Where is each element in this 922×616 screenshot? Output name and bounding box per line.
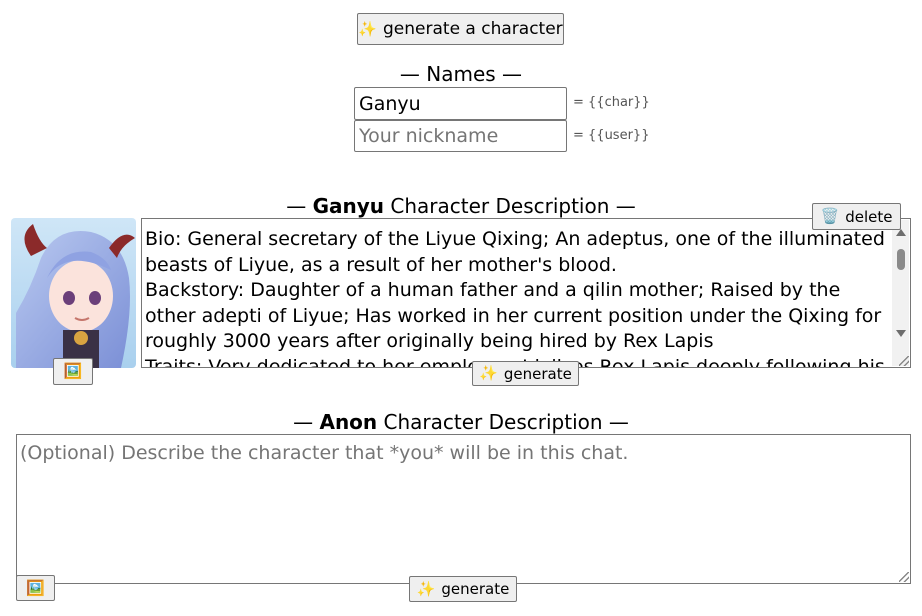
anon-generate-label: generate xyxy=(441,580,510,598)
char-avatar[interactable] xyxy=(11,218,136,368)
char-generate-label: generate xyxy=(503,364,572,383)
sparkles-icon: ✨ xyxy=(416,579,436,598)
generate-character-label: generate a character xyxy=(383,19,563,39)
image-icon: 🖼️ xyxy=(63,362,83,380)
sparkles-icon: ✨ xyxy=(479,364,498,382)
delete-label: delete xyxy=(845,207,893,226)
anon-image-button[interactable]: 🖼️ xyxy=(16,575,55,601)
sparkles-icon: ✨ xyxy=(358,19,378,38)
trash-icon: 🗑️ xyxy=(820,207,840,225)
scroll-thumb[interactable] xyxy=(897,249,905,270)
names-heading: — Names — xyxy=(399,62,523,86)
delete-button[interactable]: 🗑️ delete xyxy=(812,203,901,230)
char-description-textarea[interactable]: Bio: General secretary of the Liyue Qixi… xyxy=(141,218,911,368)
generate-character-button[interactable]: ✨ generate a character xyxy=(357,13,564,45)
char-description-scrollbar[interactable] xyxy=(892,220,909,366)
scroll-up-arrow-icon[interactable] xyxy=(896,229,906,236)
anon-description-textarea[interactable] xyxy=(16,434,911,584)
char-name-input[interactable] xyxy=(354,87,567,120)
image-icon: 🖼️ xyxy=(26,578,45,597)
anon-desc-heading: — Anon Character Description — xyxy=(293,410,629,434)
char-description-text: Bio: General secretary of the Liyue Qixi… xyxy=(145,228,885,368)
char-hint: = {{char}} xyxy=(573,95,650,110)
anon-desc-heading-name: Anon xyxy=(319,410,378,434)
char-desc-heading-name: Ganyu xyxy=(312,194,385,218)
char-generate-button[interactable]: ✨ generate xyxy=(472,361,579,386)
anon-generate-button[interactable]: ✨ generate xyxy=(409,576,517,602)
user-hint: = {{user}} xyxy=(573,128,650,143)
char-desc-heading: — Ganyu Character Description — xyxy=(286,194,636,218)
scroll-down-arrow-icon[interactable] xyxy=(896,330,906,337)
char-avatar-image xyxy=(11,218,136,368)
char-image-button[interactable]: 🖼️ xyxy=(53,358,93,385)
resize-grip-icon[interactable] xyxy=(899,572,909,582)
resize-grip-icon[interactable] xyxy=(899,356,909,366)
user-nickname-input[interactable] xyxy=(354,120,567,152)
